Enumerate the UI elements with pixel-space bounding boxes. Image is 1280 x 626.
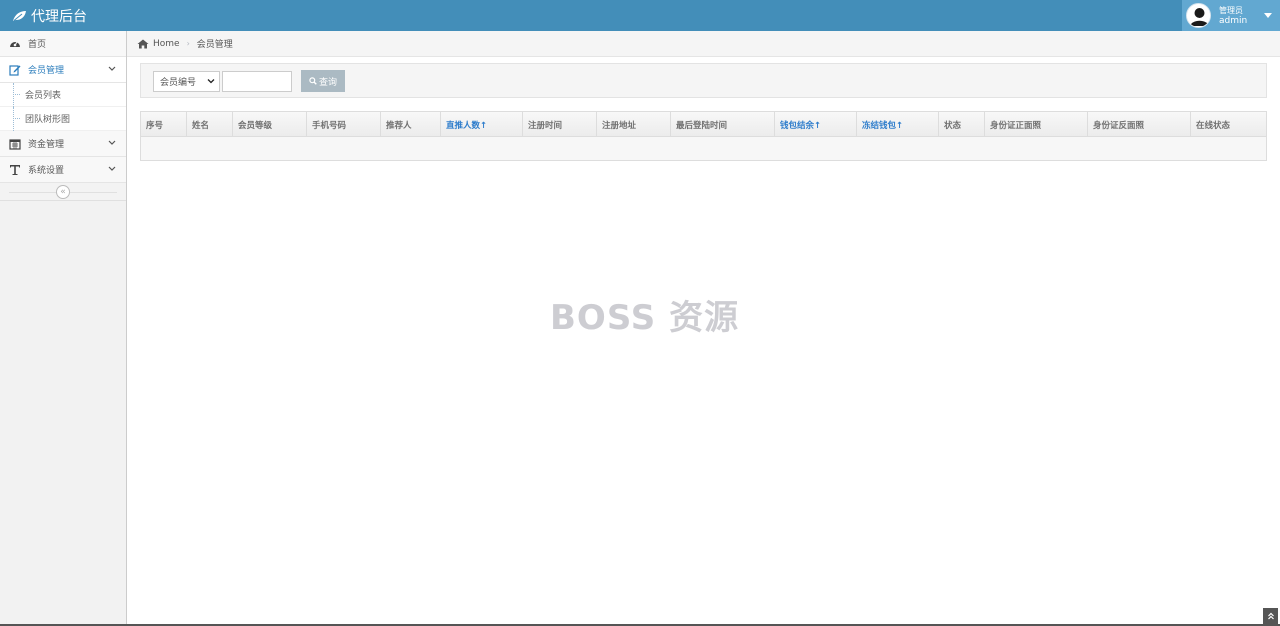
- submenu-member-management: 会员列表 团队树形图: [0, 83, 126, 131]
- search-field-select[interactable]: 会员编号: [153, 71, 220, 92]
- edit-icon: [9, 64, 21, 76]
- sidebar-subitem-member-list[interactable]: 会员列表: [0, 83, 126, 107]
- column-header: 最后登陆时间: [671, 112, 775, 137]
- column-header: 序号: [141, 112, 187, 137]
- user-info: 管理员 admin: [1219, 6, 1247, 26]
- column-header-sortable[interactable]: 钱包结余↑: [775, 112, 857, 137]
- top-navbar: 代理后台 管理员 admin: [0, 0, 1280, 31]
- sidebar-item-system-settings[interactable]: 系统设置: [0, 157, 126, 183]
- sidebar-item-label: 系统设置: [28, 166, 65, 176]
- query-button[interactable]: 查询: [301, 70, 345, 92]
- home-icon: [137, 39, 149, 48]
- search-icon: [309, 77, 317, 85]
- sidebar-item-funds-management[interactable]: 资金管理: [0, 131, 126, 157]
- column-header: 注册时间: [523, 112, 597, 137]
- sidebar-item-member-management[interactable]: 会员管理: [0, 57, 126, 83]
- double-angle-left-icon: «: [60, 186, 66, 197]
- brand[interactable]: 代理后台: [12, 0, 87, 31]
- column-header: 手机号码: [307, 112, 381, 137]
- scroll-to-top-button[interactable]: [1263, 608, 1278, 624]
- sidebar-item-label: 首页: [28, 40, 47, 50]
- breadcrumb-home-link[interactable]: Home: [153, 39, 180, 49]
- sidebar-item-label: 会员管理: [28, 66, 65, 76]
- column-header: 状态: [939, 112, 985, 137]
- sidebar-collapse-bar: «: [0, 183, 126, 201]
- search-panel: 会员编号 查询: [140, 63, 1267, 98]
- tree-dash: [13, 94, 20, 95]
- query-button-label: 查询: [318, 77, 337, 88]
- column-header: 身份证正面照: [985, 112, 1088, 137]
- caret-down-icon: [1264, 13, 1272, 18]
- sidebar-subitem-team-tree[interactable]: 团队树形图: [0, 107, 126, 131]
- calendar-icon: [9, 138, 21, 150]
- column-header-sortable[interactable]: 冻结钱包↑: [857, 112, 939, 137]
- chevron-down-icon: [108, 166, 116, 171]
- user-menu[interactable]: 管理员 admin: [1182, 0, 1280, 31]
- double-angle-up-icon: [1267, 612, 1274, 620]
- column-header: 在线状态: [1196, 120, 1231, 131]
- search-input[interactable]: [222, 71, 292, 92]
- sidebar: 首页 会员管理 会员列表 团队树形图 资金管理 系统设置 «: [0, 31, 127, 626]
- user-role: 管理员: [1219, 5, 1243, 15]
- text-icon: [9, 164, 21, 176]
- column-header: 身份证反面照: [1088, 112, 1191, 137]
- sidebar-collapse-button[interactable]: «: [56, 185, 70, 199]
- tree-line: [13, 83, 14, 107]
- breadcrumb-separator-icon: ›: [186, 39, 190, 48]
- user-name: admin: [1219, 15, 1248, 26]
- chevron-down-icon: [108, 140, 116, 145]
- avatar: [1186, 3, 1211, 28]
- column-header: 会员等级: [233, 112, 307, 137]
- table-header: 序号 姓名 会员等级 手机号码 推荐人 直推人数↑ 注册时间 注册地址 最后登陆…: [141, 112, 1266, 137]
- member-table: 序号 姓名 会员等级 手机号码 推荐人 直推人数↑ 注册时间 注册地址 最后登陆…: [140, 111, 1267, 161]
- sidebar-subitem-label: 会员列表: [25, 91, 62, 101]
- leaf-icon: [13, 10, 26, 21]
- tree-dash: [13, 118, 20, 119]
- brand-title: 代理后台: [31, 8, 87, 25]
- column-header-sortable[interactable]: 直推人数↑: [441, 112, 523, 137]
- tachometer-icon: [9, 38, 21, 50]
- tree-line: [13, 107, 14, 131]
- sidebar-item-home[interactable]: 首页: [0, 31, 126, 57]
- column-header: 姓名: [187, 112, 233, 137]
- column-header: 推荐人: [381, 112, 441, 137]
- column-header: 注册地址: [597, 112, 671, 137]
- table-body: [141, 137, 1266, 160]
- select-value: 会员编号: [160, 78, 197, 88]
- chevron-down-icon: [207, 79, 215, 84]
- sidebar-item-label: 资金管理: [28, 140, 65, 150]
- sidebar-subitem-label: 团队树形图: [25, 115, 71, 125]
- user-avatar-icon: [1187, 4, 1210, 27]
- chevron-down-icon: [108, 66, 116, 71]
- breadcrumb-current: 会员管理: [196, 40, 233, 50]
- watermark: BOSS 资源: [550, 298, 740, 338]
- breadcrumb: Home › 会员管理: [127, 31, 1280, 57]
